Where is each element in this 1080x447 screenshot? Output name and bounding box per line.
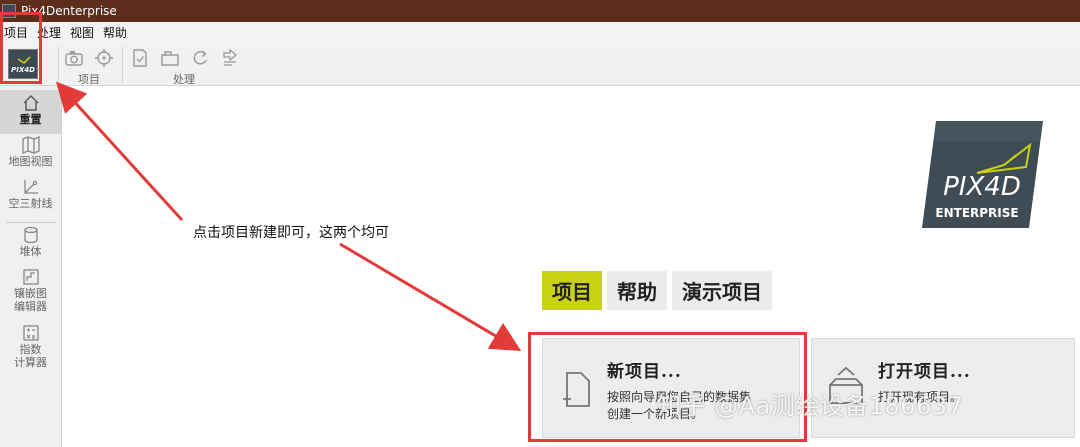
- open-folder-icon[interactable]: [160, 48, 180, 68]
- check-document-icon[interactable]: [130, 48, 150, 68]
- pix4d-enterprise-logo: PIX4D ENTERPRISE: [922, 121, 1043, 228]
- logo-brand-text: PIX4D: [943, 172, 1021, 202]
- tab-demo-project[interactable]: 演示项目: [672, 271, 772, 310]
- sidebar-item-label-line1: 镶嵌图: [14, 287, 47, 300]
- sidebar-separator: [6, 222, 56, 223]
- process-step-icon[interactable]: [220, 48, 240, 68]
- sidebar-item-label-line2: 计算器: [14, 356, 47, 369]
- app-window: Pix4Denterprise 项目 处理 视图 帮助 PIX4D 项目 处理 …: [0, 0, 1080, 447]
- cylinder-icon: [23, 226, 38, 244]
- left-sidebar: 重置 地图视图 空三射线 堆体 镶嵌图 编辑器 指数 计算器: [0, 86, 62, 447]
- open-project-title: 打开项目...: [878, 362, 971, 382]
- tab-project[interactable]: 项目: [542, 271, 602, 310]
- title-bar: Pix4Denterprise: [0, 0, 1080, 22]
- sidebar-item-index-calculator[interactable]: 指数 计算器: [0, 324, 61, 376]
- map-icon: [21, 136, 40, 154]
- sidebar-item-label: 堆体: [19, 245, 42, 258]
- camera-icon[interactable]: [64, 48, 84, 68]
- ribbon-toolbar: PIX4D 项目 处理: [0, 43, 1080, 86]
- start-tabs: 项目 帮助 演示项目: [542, 271, 777, 310]
- sidebar-item-label-line1: 指数: [19, 343, 42, 356]
- menu-view[interactable]: 视图: [67, 24, 97, 41]
- toolbar-group-label-project: 项目: [78, 73, 100, 86]
- sidebar-item-label: 重置: [19, 113, 42, 126]
- sidebar-item-volumes[interactable]: 堆体: [0, 226, 61, 266]
- logo-edition-text: ENTERPRISE: [935, 206, 1018, 220]
- menu-help[interactable]: 帮助: [100, 24, 130, 41]
- gcp-target-icon[interactable]: [94, 48, 114, 68]
- menu-bar: 项目 处理 视图 帮助: [0, 22, 1080, 43]
- toolbar-separator: [122, 47, 123, 83]
- sidebar-item-reset[interactable]: 重置: [0, 90, 61, 134]
- home-icon: [23, 95, 38, 111]
- watermark-text: 知乎 @Aa测绘设备186637: [657, 392, 964, 420]
- mosaic-icon: [22, 269, 39, 285]
- sidebar-item-label: 空三射线: [8, 197, 53, 210]
- sidebar-item-ray-cloud[interactable]: 空三射线: [0, 178, 61, 218]
- sidebar-item-map-view[interactable]: 地图视图: [0, 136, 61, 176]
- toolbar-group-label-process: 处理: [173, 73, 195, 86]
- sidebar-item-label: 地图视图: [8, 155, 53, 168]
- reprocess-icon[interactable]: [190, 48, 210, 68]
- sidebar-item-label-line2: 编辑器: [14, 300, 47, 313]
- calculator-icon: [22, 325, 39, 341]
- tab-help[interactable]: 帮助: [607, 271, 667, 310]
- annotation-text: 点击项目新建即可，这两个均可: [193, 225, 389, 241]
- ray-cloud-icon: [23, 180, 38, 194]
- highlight-box-menu: [0, 12, 42, 84]
- toolbar-separator: [58, 47, 59, 83]
- sidebar-item-mosaic-editor[interactable]: 镶嵌图 编辑器: [0, 268, 61, 320]
